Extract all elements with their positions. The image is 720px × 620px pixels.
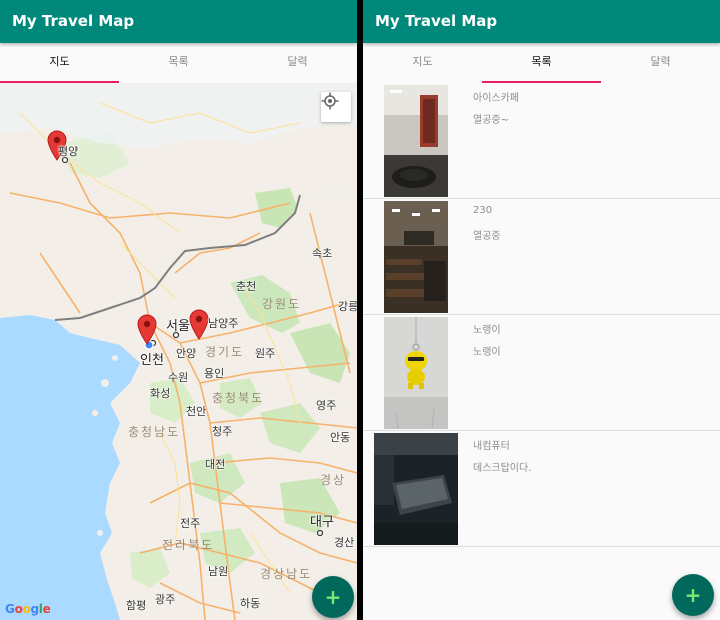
map-label: 대구 — [310, 515, 334, 530]
item-description: 데스크탑이다. — [473, 463, 532, 474]
app-title: My Travel Map — [363, 0, 720, 43]
map-label: 용인 — [204, 367, 225, 380]
map-label: 남원 — [208, 565, 229, 578]
item-title: 아이스카페 — [473, 93, 519, 104]
app-title: My Travel Map — [0, 0, 357, 43]
tab-list[interactable]: 목록 — [119, 43, 238, 83]
list-item[interactable]: 아이스카페 열공중~ — [363, 83, 720, 199]
map-label: 춘천 — [236, 280, 257, 293]
list-item[interactable]: 230 열공중 — [363, 199, 720, 315]
map-label: 속초 — [312, 247, 333, 260]
map-label: 청주 — [212, 425, 233, 438]
tab-bar: 지도 목록 달력 — [363, 43, 720, 83]
tab-indicator — [0, 81, 119, 83]
tab-map-label: 지도 — [49, 55, 70, 68]
item-description: 노랭이 — [473, 347, 501, 358]
list-item[interactable]: 노랭이 노랭이 — [363, 315, 720, 431]
thumbnail-image — [384, 317, 448, 429]
map-label: 전라북도 — [162, 538, 215, 552]
map-label: 남양주 — [208, 317, 239, 330]
map-label: 안동 — [330, 431, 351, 444]
map-label: 화성 — [150, 387, 171, 400]
map-label: 함평 — [126, 599, 147, 612]
thumbnail-image — [384, 201, 448, 313]
map-label: 원주 — [255, 347, 276, 360]
item-title: 노랭이 — [473, 325, 501, 336]
add-button[interactable]: + — [672, 574, 714, 616]
map-label: 평양 — [58, 145, 79, 158]
map-label: 경산 — [334, 536, 355, 549]
list-screen: My Travel Map 지도 목록 달력 아이스카페 열공중~ 230 열공… — [363, 0, 720, 620]
map-label: 안양 — [176, 347, 197, 360]
map-label: 경기도 — [205, 345, 245, 359]
map-label: 영주 — [316, 399, 337, 412]
map-label: 천안 — [186, 405, 207, 418]
item-description: 열공중 — [473, 231, 501, 242]
map-label: 대전 — [205, 458, 226, 471]
tab-calendar[interactable]: 달력 — [601, 43, 720, 83]
tab-list[interactable]: 목록 — [482, 43, 601, 83]
tab-calendar-label: 달력 — [650, 55, 671, 68]
travel-list: 아이스카페 열공중~ 230 열공중 노랭이 노랭이 내컴퓨터 데스크탑이다. — [363, 83, 720, 547]
crosshair-icon — [321, 92, 339, 110]
item-description: 열공중~ — [473, 115, 509, 126]
thumbnail-image — [384, 85, 448, 197]
tab-list-label: 목록 — [168, 55, 189, 68]
map-label: 강원도 — [262, 297, 302, 311]
tab-calendar-label: 달력 — [287, 55, 308, 68]
map-label: 서울 — [166, 319, 190, 334]
google-logo: Google — [5, 602, 51, 616]
item-title: 내컴퓨터 — [473, 441, 510, 452]
tab-map[interactable]: 지도 — [0, 43, 119, 83]
add-button[interactable]: + — [312, 576, 354, 618]
tab-map[interactable]: 지도 — [363, 43, 482, 83]
map-label: 경상남도 — [260, 567, 313, 581]
item-title: 230 — [473, 205, 493, 216]
map-label: 강릉 — [338, 300, 357, 313]
map-label: 광주 — [155, 593, 176, 606]
map-marker[interactable] — [188, 308, 210, 340]
tab-indicator — [482, 81, 601, 83]
map-label: 수원 — [168, 371, 189, 384]
my-location-button[interactable] — [321, 92, 351, 122]
map-label: 충청북도 — [212, 391, 265, 405]
tab-calendar[interactable]: 달력 — [238, 43, 357, 83]
map-screen: My Travel Map 지도 목록 달력 평양 속초 춘천 강원도 강릉 서… — [0, 0, 357, 620]
map-view[interactable]: 평양 속초 춘천 강원도 강릉 서울 남양주 인천 안양 경기도 원주 수원 용… — [0, 83, 357, 620]
tab-bar: 지도 목록 달력 — [0, 43, 357, 83]
map-marker[interactable] — [136, 313, 158, 345]
thumbnail-image — [374, 433, 458, 545]
map-label: 인천 — [140, 353, 164, 368]
map-label: 하동 — [240, 597, 261, 610]
map-label: 전주 — [180, 517, 201, 530]
tab-list-label: 목록 — [531, 55, 552, 68]
map-label: 경상 — [320, 473, 347, 487]
list-item[interactable]: 내컴퓨터 데스크탑이다. — [363, 431, 720, 547]
map-label: 충청남도 — [128, 425, 181, 439]
tab-map-label: 지도 — [412, 55, 433, 68]
